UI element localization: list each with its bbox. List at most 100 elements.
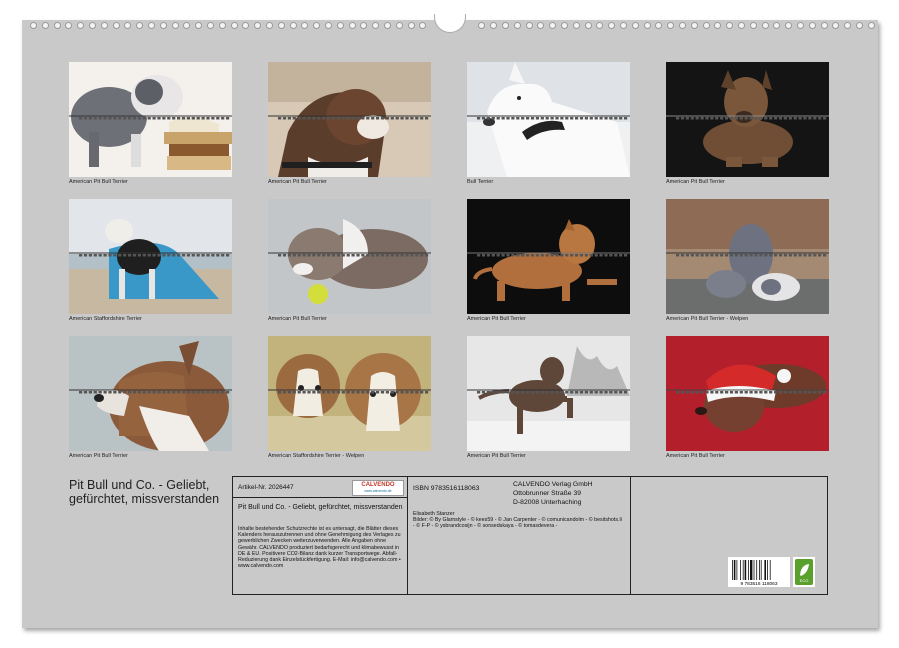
- binding-ring: [526, 22, 533, 29]
- logo-sub: www.calvendo.de: [353, 489, 403, 493]
- binding-ring: [77, 22, 84, 29]
- thumbnail-4[interactable]: [666, 62, 829, 177]
- publisher-street: Ottobrunner Straße 39: [513, 490, 581, 497]
- binding-ring: [372, 22, 379, 29]
- caption-2: American Pit Bull Terrier: [268, 179, 327, 185]
- thumbnail-12[interactable]: [666, 336, 829, 451]
- binding-ring: [644, 22, 651, 29]
- binding-ring: [231, 22, 238, 29]
- binding-ring: [832, 22, 839, 29]
- caption-4: American Pit Bull Terrier: [666, 179, 725, 185]
- binding-ring: [408, 22, 415, 29]
- binding-ring: [502, 22, 509, 29]
- binding-ring: [219, 22, 226, 29]
- binding-ring: [632, 22, 639, 29]
- caption-12: American Pit Bull Terrier: [666, 453, 725, 459]
- thumbnail-7[interactable]: [467, 199, 630, 314]
- binding-ring: [301, 22, 308, 29]
- binding-ring: [655, 22, 662, 29]
- binding-ring: [254, 22, 261, 29]
- binding-ring: [124, 22, 131, 29]
- binding-ring: [313, 22, 320, 29]
- calendar-title: Pit Bull und Co. - Geliebt, gefürchtet, …: [69, 478, 229, 506]
- caption-10: American Staffordshire Terrier - Welpen: [268, 453, 364, 459]
- binding-ring: [42, 22, 49, 29]
- binding-ring: [844, 22, 851, 29]
- binding-ring: [703, 22, 710, 29]
- thumbnail-5[interactable]: [69, 199, 232, 314]
- binding-ring: [148, 22, 155, 29]
- caption-3: Bull Terrier: [467, 179, 493, 185]
- binding-ring: [773, 22, 780, 29]
- thumbnail-9[interactable]: [69, 336, 232, 451]
- barcode: 9 783516 118063: [728, 557, 790, 587]
- thumbnail-1[interactable]: [69, 62, 232, 177]
- binding-ring: [89, 22, 96, 29]
- thumbnail-6[interactable]: [268, 199, 431, 314]
- caption-1: American Pit Bull Terrier: [69, 179, 128, 185]
- logo-text: CALVENDO: [353, 481, 403, 489]
- thumbnail-3[interactable]: [467, 62, 630, 177]
- binding-ring: [65, 22, 72, 29]
- binding-ring: [195, 22, 202, 29]
- caption-6: American Pit Bull Terrier: [268, 316, 327, 322]
- caption-5: American Staffordshire Terrier: [69, 316, 142, 322]
- legal-text: Inhalte bestehender Schutzrechte ist es …: [238, 526, 403, 569]
- binding-ring: [183, 22, 190, 29]
- binding-ring: [136, 22, 143, 29]
- thumbnail-2[interactable]: [268, 62, 431, 177]
- binding-ring: [290, 22, 297, 29]
- caption-8: American Pit Bull Terrier - Welpen: [666, 316, 748, 322]
- binding-ring: [537, 22, 544, 29]
- binding-ring: [608, 22, 615, 29]
- binding-ring: [762, 22, 769, 29]
- caption-11: American Pit Bull Terrier: [467, 453, 526, 459]
- binding-ring: [325, 22, 332, 29]
- binding-ring: [419, 22, 426, 29]
- publisher-city: D-82008 Unterhaching: [513, 499, 581, 506]
- binding-ring: [714, 22, 721, 29]
- binding-ring: [797, 22, 804, 29]
- binding-ring: [242, 22, 249, 29]
- binding-ring: [360, 22, 367, 29]
- binding-ring: [490, 22, 497, 29]
- binding-ring: [172, 22, 179, 29]
- binding-ring: [573, 22, 580, 29]
- subtitle: Pit Bull und Co. - Geliebt, gefürchtet, …: [238, 504, 403, 512]
- binding-ring: [101, 22, 108, 29]
- svg-text:ECO: ECO: [800, 578, 809, 583]
- binding-ring: [54, 22, 61, 29]
- binding-ring: [585, 22, 592, 29]
- binding-ring: [561, 22, 568, 29]
- binding-ring: [726, 22, 733, 29]
- binding-ring: [207, 22, 214, 29]
- thumbnail-10[interactable]: [268, 336, 431, 451]
- binding-ring: [514, 22, 521, 29]
- binding-ring: [549, 22, 556, 29]
- binding-ring: [679, 22, 686, 29]
- binding-ring: [667, 22, 674, 29]
- caption-9: American Pit Bull Terrier: [69, 453, 128, 459]
- binding-ring: [738, 22, 745, 29]
- binding-ring: [278, 22, 285, 29]
- publisher-name: CALVENDO Verlag GmbH: [513, 481, 593, 488]
- eco-badge: ECO: [793, 557, 815, 587]
- binding-ring: [30, 22, 37, 29]
- photo-credits: Bilder: © By Glamstyle - © kees59 - © Ja…: [413, 517, 623, 529]
- thumbnail-11[interactable]: [467, 336, 630, 451]
- binding-ring: [113, 22, 120, 29]
- binding-ring: [396, 22, 403, 29]
- caption-7: American Pit Bull Terrier: [467, 316, 526, 322]
- binding-ring: [620, 22, 627, 29]
- binding-ring: [785, 22, 792, 29]
- thumbnail-8[interactable]: [666, 199, 829, 314]
- article-number: Artikel-Nr. 2026447: [238, 484, 294, 491]
- binding-ring: [856, 22, 863, 29]
- binding-ring: [809, 22, 816, 29]
- binding-ring: [266, 22, 273, 29]
- binding-ring: [160, 22, 167, 29]
- binding-ring: [349, 22, 356, 29]
- binding-ring: [868, 22, 875, 29]
- binding-ring: [821, 22, 828, 29]
- binding-ring: [384, 22, 391, 29]
